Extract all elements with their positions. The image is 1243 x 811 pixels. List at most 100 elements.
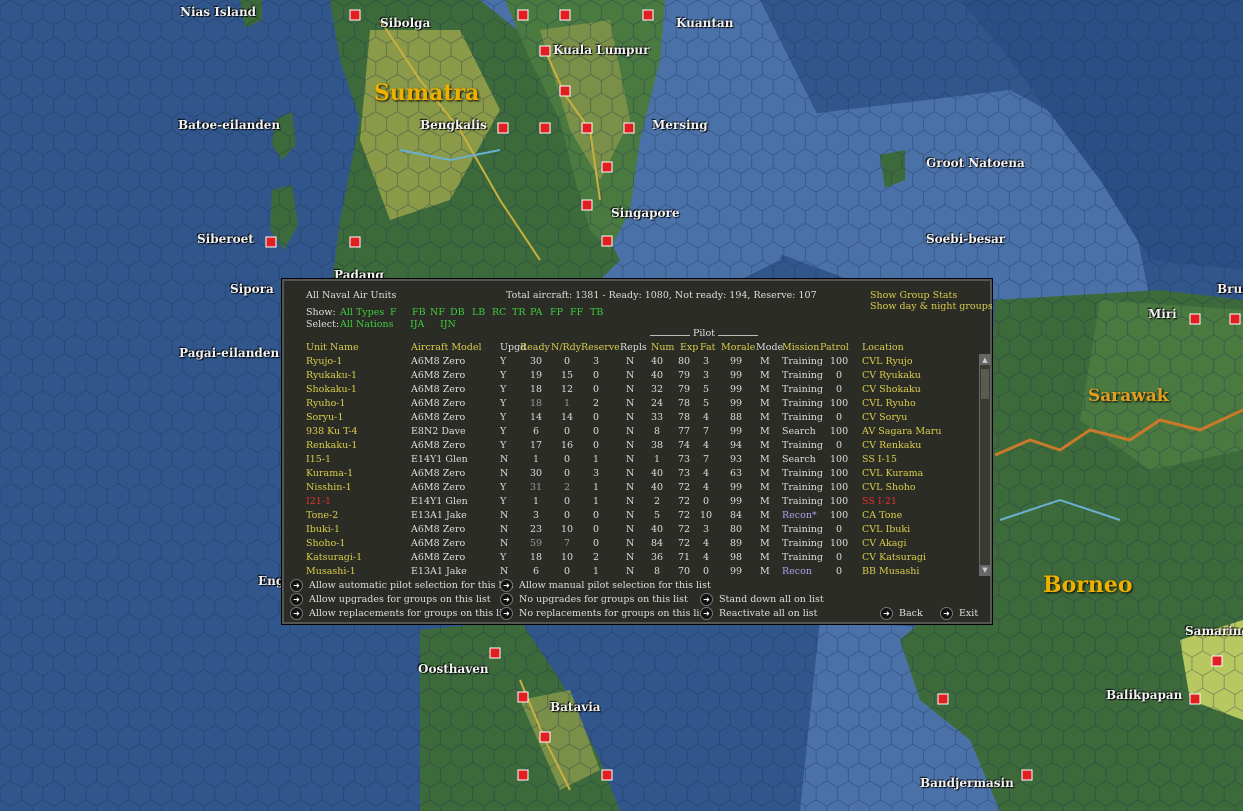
show-filter-pa[interactable]: PA [530,307,542,318]
select-filter-all-nations[interactable]: All Nations [340,319,394,330]
cell-name[interactable]: Shokaku-1 [306,383,357,397]
allow-auto-pilot-button[interactable]: ➜ Allow automatic pilot selection for thi… [290,579,513,592]
cell-repl: N [626,566,635,577]
exit-button[interactable]: ➜ Exit [940,607,978,620]
action-label: Reactivate all on list [719,608,818,619]
cell-res: 1 [592,482,600,493]
cell-mode: M [760,412,770,423]
show-filter-db[interactable]: DB [450,307,465,318]
show-filter-f[interactable]: F [390,307,397,318]
show-filter-ff[interactable]: FF [570,307,583,318]
table-row[interactable]: Renkaku-1 A6M8 Zero Y 17 16 0 N 38 74 4 94 M Trainin… [282,439,972,453]
cell-name[interactable]: Musashi-1 [306,565,356,579]
reactivate-button[interactable]: ➜ Reactivate all on list [700,607,818,620]
show-filter-tb[interactable]: TB [590,307,603,318]
table-row[interactable]: Shokaku-1 A6M8 Zero Y 18 12 0 N 32 79 5 99 M Trainin… [282,383,972,397]
cell-mor: 99 [729,384,743,395]
map-label-oosthaven: Oosthaven [418,662,489,676]
col-ready[interactable]: Ready [520,341,550,355]
cell-name[interactable]: Nisshin-1 [306,481,352,495]
units-scrollbar[interactable]: ▲ ▼ [979,354,991,576]
table-row[interactable]: Musashi-1 E13A1 Jake N 6 0 1 N 8 70 0 99 M Recon 0 BB … [282,565,972,579]
cell-up: N [500,566,509,577]
cell-name[interactable]: Shoho-1 [306,537,345,551]
cell-nrdy: 10 [560,552,574,563]
cell-pat: 100 [830,468,849,479]
cell-name[interactable]: I21-1 [306,495,331,509]
cell-name[interactable]: Katsuragi-1 [306,551,362,565]
table-row[interactable]: Ryukaku-1 A6M8 Zero Y 19 15 0 N 40 79 3 99 M Trainin… [282,369,972,383]
table-row[interactable]: 938 Ku T-4 E8N2 Dave Y 6 0 0 N 8 77 7 99 M Search 100… [282,425,972,439]
cell-loc: SS I-21 [862,496,897,507]
show-filter-rc[interactable]: RC [492,307,506,318]
show-filter-tr[interactable]: TR [512,307,526,318]
cell-name[interactable]: Ryujo-1 [306,355,342,369]
show-day-night-link[interactable]: Show day & night groups [870,301,993,312]
scroll-up-icon[interactable]: ▲ [980,355,990,365]
table-row[interactable]: I15-1 E14Y1 Glen N 1 0 1 N 1 73 7 93 M Search 100 SS I… [282,453,972,467]
no-upgrades-button[interactable]: ➜ No upgrades for groups on this list [500,593,688,606]
cell-mor: 99 [729,356,743,367]
cell-name[interactable]: Renkaku-1 [306,439,357,453]
col-location[interactable]: Location [862,341,904,355]
col-mode[interactable]: Mode [756,341,783,355]
cell-up: Y [500,496,507,507]
col-patrol[interactable]: Patrol [820,341,849,355]
allow-manual-pilot-button[interactable]: ➜ Allow manual pilot selection for this l… [500,579,711,592]
cell-name[interactable]: 938 Ku T-4 [306,425,358,439]
col-exp[interactable]: Exp [680,341,698,355]
cell-exp: 73 [677,454,691,465]
cell-name[interactable]: I15-1 [306,453,331,467]
arrow-right-icon: ➜ [700,607,713,620]
cell-name[interactable]: Kurama-1 [306,467,353,481]
show-filter-fb[interactable]: FB [412,307,426,318]
cell-ready: 19 [529,370,543,381]
col-morale[interactable]: Morale [721,341,755,355]
cell-name[interactable]: Ibuki-1 [306,523,340,537]
col-aircraft-model[interactable]: Aircraft Model [411,341,482,355]
cell-name[interactable]: Tone-2 [306,509,338,523]
table-row[interactable]: Ryuho-1 A6M8 Zero Y 18 1 2 N 24 78 5 99 M Training 10… [282,397,972,411]
show-filter-fp[interactable]: FP [550,307,563,318]
cell-pat: 100 [830,482,849,493]
table-row[interactable]: Katsuragi-1 A6M8 Zero Y 18 10 2 N 36 71 4 98 M Train… [282,551,972,565]
map-label-pagai-eilanden: Pagai-eilanden [179,346,280,360]
cell-ac: A6M8 Zero [411,482,466,493]
table-row[interactable]: Nisshin-1 A6M8 Zero Y 31 2 1 N 40 72 4 99 M Training… [282,481,972,495]
cell-mor: 99 [729,426,743,437]
table-row[interactable]: Ibuki-1 A6M8 Zero N 23 10 0 N 40 72 3 80 M Training 0… [282,523,972,537]
col-fat[interactable]: Fat [700,341,715,355]
col-reserve[interactable]: Reserve [581,341,620,355]
scroll-down-icon[interactable]: ▼ [980,565,990,575]
cell-name[interactable]: Soryu-1 [306,411,344,425]
scroll-thumb[interactable] [981,369,989,399]
table-row[interactable]: I21-1 E14Y1 Glen Y 1 0 1 N 2 72 0 99 M Training 100 SS… [282,495,972,509]
table-row[interactable]: Kurama-1 A6M8 Zero N 30 0 3 N 40 73 4 63 M Training 1… [282,467,972,481]
back-button[interactable]: ➜ Back [880,607,923,620]
col-repls[interactable]: Repls [620,341,647,355]
table-row[interactable]: Shoho-1 A6M8 Zero N 59 7 0 N 84 72 4 89 M Training 10… [282,537,972,551]
allow-replacements-button[interactable]: ➜ Allow replacements for groups on this l… [290,607,511,620]
col-nrdy[interactable]: N/Rdy [551,341,581,355]
cell-fat: 4 [702,482,710,493]
show-filter-nf[interactable]: NF [430,307,445,318]
cell-exp: 79 [677,370,691,381]
cell-name[interactable]: Ryuho-1 [306,397,346,411]
show-filter-lb[interactable]: LB [472,307,485,318]
table-row[interactable]: Ryujo-1 A6M8 Zero Y 30 0 3 N 40 80 3 99 M Training 10… [282,355,972,369]
select-filter-ijn[interactable]: IJN [440,319,456,330]
table-row[interactable]: Tone-2 E13A1 Jake N 3 0 0 N 5 72 10 84 M Recon* 100 CA… [282,509,972,523]
table-row[interactable]: Soryu-1 A6M8 Zero Y 14 14 0 N 33 78 4 88 M Training 0… [282,411,972,425]
cell-mis: Recon* [782,510,817,521]
col-num[interactable]: Num [651,341,674,355]
allow-upgrades-button[interactable]: ➜ Allow upgrades for groups on this list [290,593,491,606]
stand-down-button[interactable]: ➜ Stand down all on list [700,593,824,606]
show-filter-all-types[interactable]: All Types [340,307,384,318]
cell-name[interactable]: Ryukaku-1 [306,369,357,383]
col-unit-name[interactable]: Unit Name [306,341,359,355]
select-filter-ija[interactable]: IJA [410,319,424,330]
show-group-stats-link[interactable]: Show Group Stats [870,290,957,301]
col-mission[interactable]: Mission [782,341,819,355]
cell-exp: 78 [677,398,691,409]
no-replacements-button[interactable]: ➜ No replacements for groups on this list [500,607,708,620]
